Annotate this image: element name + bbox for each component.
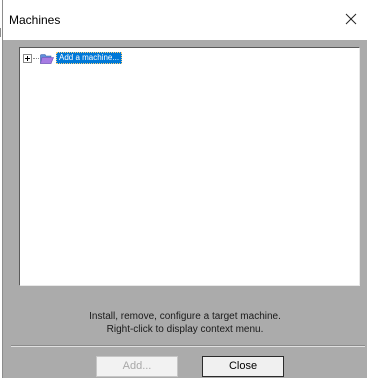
separator [11,345,365,347]
add-button[interactable]: Add... [96,356,178,377]
info-text: Install, remove, configure a target mach… [3,310,367,336]
dialog-title: Machines [9,13,61,27]
tree-item[interactable]: Add a machine... [23,52,123,64]
title-bar: Machines [3,0,367,40]
folder-icon [40,53,54,64]
machines-dialog: Machines Add a machine... Install, remov… [2,0,367,378]
info-line-1: Install, remove, configure a target mach… [89,311,281,322]
info-line-2: Right-click to display context menu. [106,324,264,335]
expand-icon[interactable] [23,53,32,63]
tree-connector [33,57,39,59]
close-icon[interactable] [343,11,359,27]
close-button[interactable]: Close [202,356,284,377]
tree-item-label[interactable]: Add a machine... [56,52,123,64]
machines-tree[interactable]: Add a machine... [19,47,360,286]
background-window-edge [0,28,1,37]
